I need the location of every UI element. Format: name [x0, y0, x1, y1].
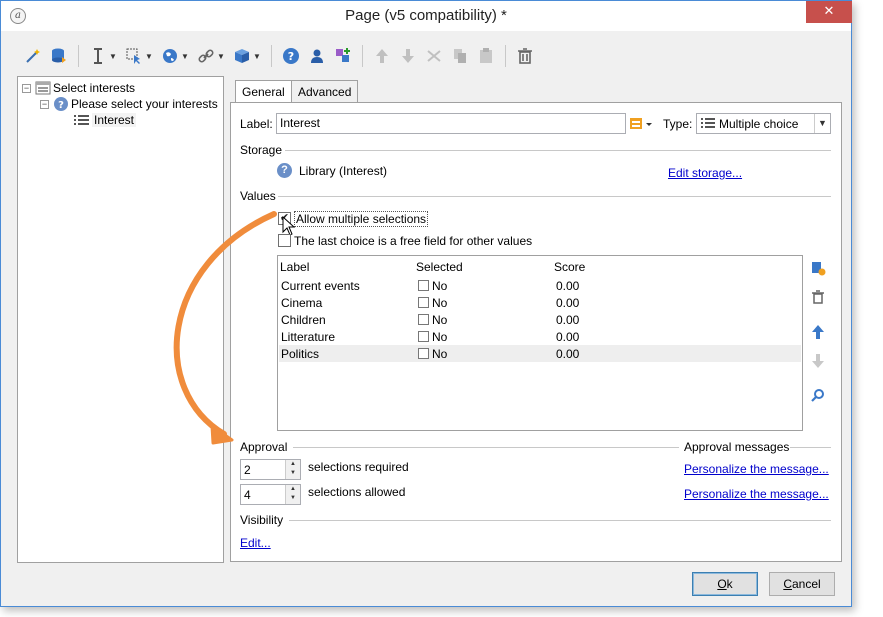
annotation-arrow [173, 211, 277, 445]
